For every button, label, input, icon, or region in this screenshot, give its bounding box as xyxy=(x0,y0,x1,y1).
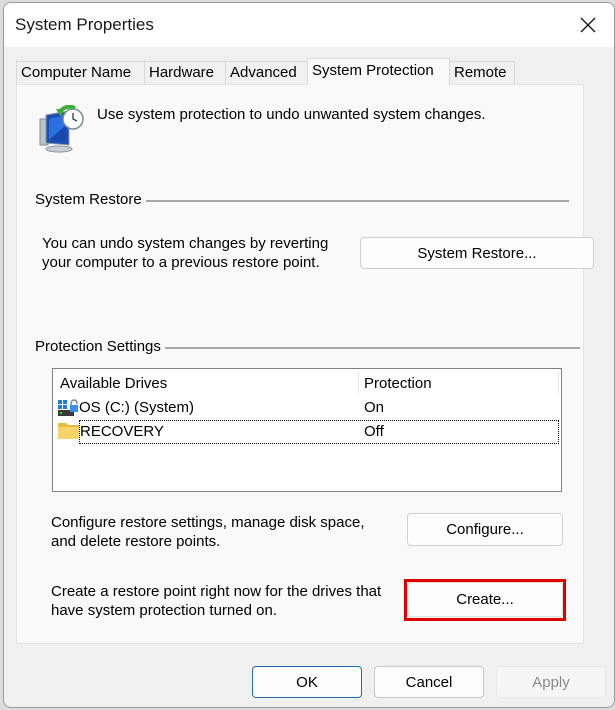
create-description-line1: Create a restore point right now for the… xyxy=(51,583,382,600)
drive-name: OS (C:) (System) xyxy=(79,399,194,416)
column-header-available-drives[interactable]: Available Drives xyxy=(60,373,167,395)
drive-protection-status: Off xyxy=(364,423,384,440)
ok-button[interactable]: OK xyxy=(252,666,362,698)
create-description-line2: have system protection turned on. xyxy=(51,602,277,619)
system-properties-window: System Properties Computer Name Hardware… xyxy=(3,2,615,708)
column-separator-end xyxy=(558,371,559,393)
configure-description-line1: Configure restore settings, manage disk … xyxy=(51,514,365,531)
system-restore-button[interactable]: System Restore... xyxy=(360,237,594,269)
drive-protection-status: On xyxy=(364,399,385,416)
close-icon xyxy=(580,17,596,33)
close-button[interactable] xyxy=(568,7,608,43)
protection-settings-group-label: Protection Settings xyxy=(35,338,165,355)
available-drives-list[interactable]: Available Drives Protection OS (C:) (Sys… xyxy=(52,368,562,492)
system-restore-group-label: System Restore xyxy=(35,191,146,208)
window-title: System Properties xyxy=(15,15,154,34)
folder-drive-icon xyxy=(58,422,79,440)
create-description: Create a restore point right now for the… xyxy=(51,582,381,620)
column-separator[interactable] xyxy=(358,371,359,393)
header-description: Use system protection to undo unwanted s… xyxy=(97,106,486,123)
tab-system-protection[interactable]: System Protection xyxy=(307,58,450,85)
system-restore-description-line2: your computer to a previous restore poin… xyxy=(42,254,320,271)
cancel-button[interactable]: Cancel xyxy=(374,666,484,698)
configure-button[interactable]: Configure... xyxy=(407,513,563,546)
column-header-protection[interactable]: Protection xyxy=(364,373,432,395)
configure-description-line2: and delete restore points. xyxy=(51,533,221,550)
system-restore-description: You can undo system changes by reverting… xyxy=(42,234,328,272)
system-protection-panel: Use system protection to undo unwanted s… xyxy=(16,84,594,644)
system-drive-icon xyxy=(58,399,78,417)
tab-hardware[interactable]: Hardware xyxy=(144,61,226,84)
tab-advanced[interactable]: Advanced xyxy=(225,61,308,84)
drive-row[interactable]: RECOVERY Off xyxy=(57,420,559,444)
tab-remote[interactable]: Remote xyxy=(449,61,515,84)
drive-row[interactable]: OS (C:) (System) On xyxy=(57,396,559,420)
system-restore-icon xyxy=(37,104,87,155)
system-restore-divider xyxy=(137,200,569,202)
create-button[interactable]: Create... xyxy=(407,582,563,617)
tab-computer-name[interactable]: Computer Name xyxy=(16,61,145,84)
system-restore-description-line1: You can undo system changes by reverting xyxy=(42,235,329,252)
configure-description: Configure restore settings, manage disk … xyxy=(51,513,365,551)
drive-name: RECOVERY xyxy=(79,420,559,444)
apply-button[interactable]: Apply xyxy=(496,666,606,698)
protection-settings-divider xyxy=(157,347,580,349)
drive-name-text: RECOVERY xyxy=(80,423,164,440)
title-bar: System Properties xyxy=(4,3,614,47)
